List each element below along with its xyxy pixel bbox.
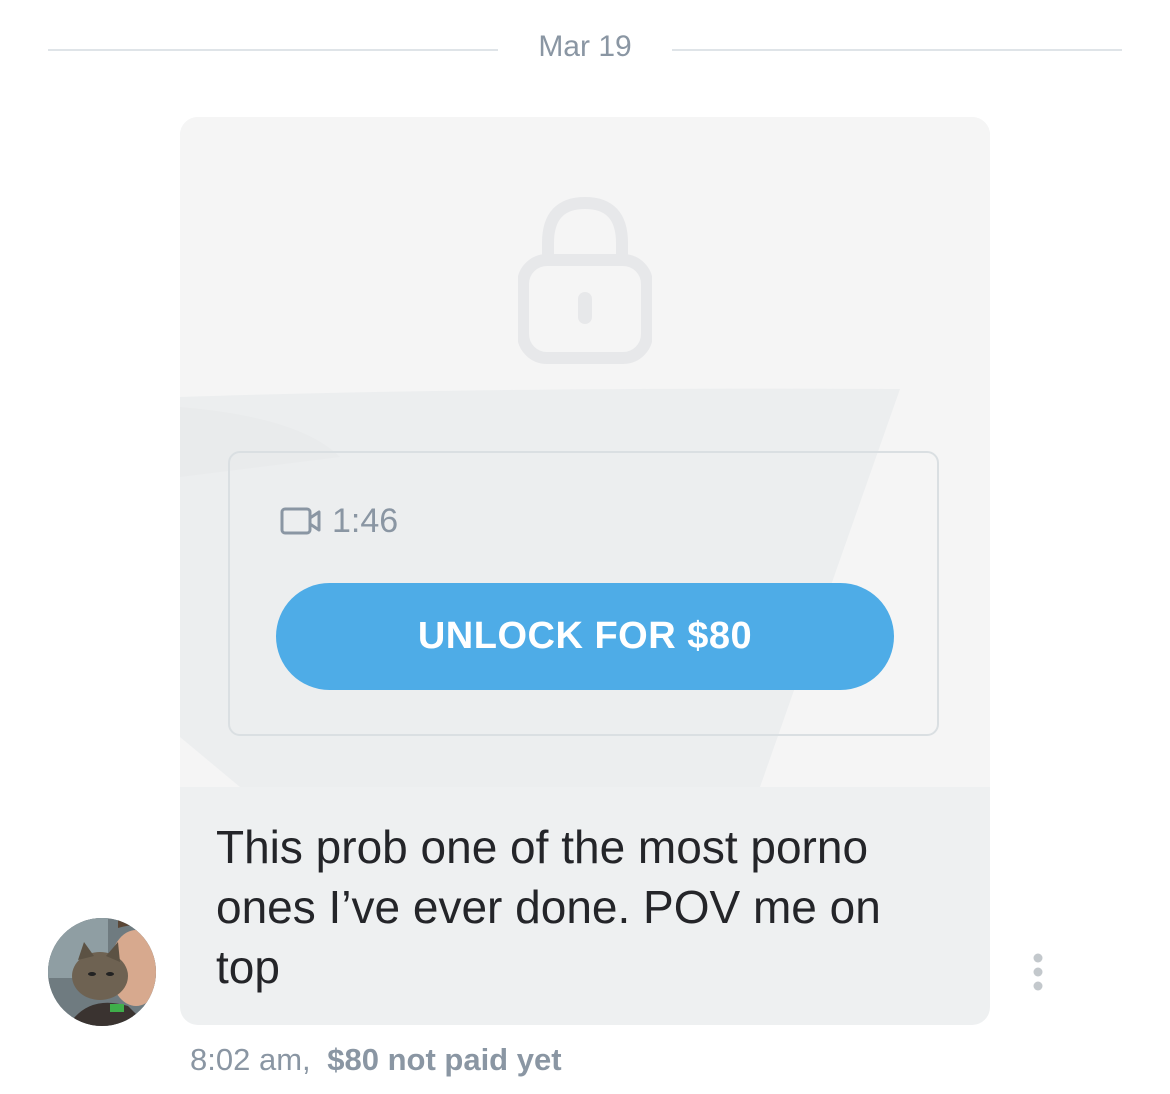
video-duration: 1:46 (280, 501, 399, 540)
message-time: 8:02 am, (190, 1042, 311, 1077)
locked-media-preview: 1:46 UNLOCK FOR $80 (180, 117, 990, 787)
date-label: Mar 19 (538, 30, 632, 63)
message-text: This prob one of the most porno ones I’v… (216, 821, 881, 993)
video-camera-icon (280, 507, 321, 535)
date-divider: Mar 19 (48, 26, 1122, 74)
divider-line-right (672, 49, 1122, 51)
more-vertical-icon[interactable] (1028, 952, 1048, 992)
avatar-photo (48, 918, 156, 1026)
unlock-button[interactable]: UNLOCK FOR $80 (276, 583, 894, 690)
payment-status: $80 not paid yet (327, 1042, 562, 1077)
locked-content-box: 1:46 UNLOCK FOR $80 (228, 451, 939, 736)
message-meta: 8:02 am, $80 not paid yet (190, 1042, 562, 1078)
avatar[interactable] (48, 918, 156, 1026)
duration-text: 1:46 (332, 501, 399, 540)
lock-icon (518, 196, 652, 364)
message-bubble: 1:46 UNLOCK FOR $80 This prob one of the… (180, 117, 990, 1025)
